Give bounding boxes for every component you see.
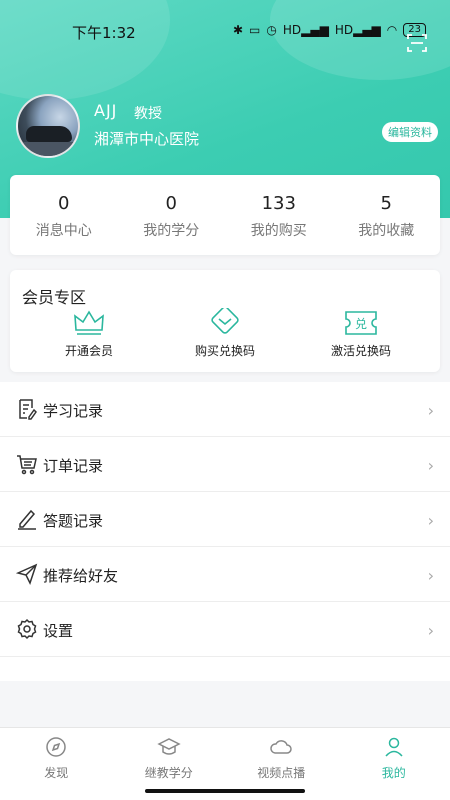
cloud-icon (270, 740, 292, 754)
crown-icon (74, 310, 104, 335)
graduation-cap-icon (157, 738, 181, 755)
wifi-icon: ◠ (386, 23, 398, 37)
menu-item-study-record[interactable]: 学习记录 › (0, 382, 450, 437)
tab-mine[interactable]: 我的 (338, 728, 450, 800)
alarm-icon: ◷ (266, 23, 277, 37)
tab-label: 视频点播 (257, 766, 306, 780)
vip-title: 会员专区 (22, 288, 87, 307)
pencil-icon (18, 509, 36, 530)
cart-icon (17, 455, 37, 475)
stat-value: 0 (58, 193, 70, 214)
signal-icon: HD▂▄▆ (334, 23, 381, 37)
stat-purchases[interactable]: 133 我的购买 (225, 175, 333, 255)
vip-card: 会员专区 开通会员 购买兑换码 兑 激活兑换码 (10, 270, 440, 372)
home-indicator (145, 789, 305, 793)
stats-card: 0 消息中心 0 我的学分 133 我的购买 5 我的收藏 (10, 175, 440, 255)
menu-item-label: 设置 (43, 622, 74, 640)
stat-value: 0 (165, 193, 177, 214)
chevron-right-icon: › (427, 401, 434, 420)
vip-item-label: 激活兑换码 (330, 344, 391, 358)
tab-discover[interactable]: 发现 (0, 728, 113, 800)
menu-item-label: 推荐给好友 (43, 567, 119, 585)
header-decoration (0, 0, 170, 100)
tab-label: 我的 (381, 766, 406, 780)
tab-label: 继教学分 (144, 766, 193, 780)
edit-profile-button[interactable]: 编辑资料 (382, 122, 438, 142)
ticket-icon: 兑 (345, 311, 377, 335)
chevron-right-icon: › (427, 566, 434, 585)
scan-icon[interactable] (406, 32, 428, 54)
stat-credits[interactable]: 0 我的学分 (118, 175, 226, 255)
stat-label: 消息中心 (35, 223, 92, 239)
buy-code-button[interactable]: 购买兑换码 (170, 308, 280, 359)
user-icon (385, 737, 403, 757)
stat-value: 5 (380, 193, 392, 214)
vip-item-label: 购买兑换码 (194, 344, 255, 358)
menu-item-settings[interactable]: 设置 › (0, 602, 450, 657)
user-title: 教授 (134, 106, 162, 122)
open-membership-button[interactable]: 开通会员 (34, 308, 144, 359)
gear-icon (17, 618, 37, 640)
avatar-car (26, 126, 72, 142)
svg-text:兑: 兑 (355, 317, 367, 331)
user-name: AJJ (94, 101, 118, 120)
vibrate-icon: ▭ (249, 23, 261, 37)
user-hospital: 湘潭市中心医院 (94, 130, 200, 148)
stat-favorites[interactable]: 5 我的收藏 (333, 175, 441, 255)
stat-messages[interactable]: 0 消息中心 (10, 175, 118, 255)
chevron-right-icon: › (427, 456, 434, 475)
avatar[interactable] (16, 94, 80, 158)
paper-plane-icon (16, 563, 38, 585)
stat-label: 我的收藏 (358, 223, 415, 239)
signal-icon: HD▂▄▆ (282, 23, 329, 37)
avatar-road (18, 142, 78, 156)
activate-code-button[interactable]: 兑 激活兑换码 (306, 308, 416, 359)
menu-item-label: 答题记录 (43, 512, 104, 530)
compass-icon (46, 737, 66, 757)
menu-item-label: 订单记录 (43, 457, 104, 475)
vip-item-label: 开通会员 (64, 344, 113, 358)
menu-item-answer-record[interactable]: 答题记录 › (0, 492, 450, 547)
stat-label: 我的学分 (143, 223, 200, 239)
stat-value: 133 (261, 193, 296, 214)
tab-label: 发现 (44, 766, 69, 780)
diamond-icon (211, 308, 239, 334)
chevron-right-icon: › (427, 621, 434, 640)
status-bar: 下午1:32 ✱ ▭ ◷ HD▂▄▆ HD▂▄▆ ◠ 23 (0, 20, 450, 44)
menu-item-recommend[interactable]: 推荐给好友 › (0, 547, 450, 602)
chevron-right-icon: › (427, 511, 434, 530)
menu-spacer (0, 657, 450, 681)
menu-item-label: 学习记录 (43, 402, 104, 420)
study-record-icon (19, 399, 37, 420)
menu-item-order-record[interactable]: 订单记录 › (0, 437, 450, 492)
bluetooth-icon: ✱ (232, 23, 244, 37)
menu-list: 学习记录 › 订单记录 › 答题记录 › 推荐给好友 › 设置 › (0, 382, 450, 681)
stat-label: 我的购买 (250, 223, 307, 239)
status-icons: ✱ ▭ ◷ HD▂▄▆ HD▂▄▆ ◠ 23 (233, 23, 426, 37)
status-time: 下午1:32 (72, 24, 136, 42)
